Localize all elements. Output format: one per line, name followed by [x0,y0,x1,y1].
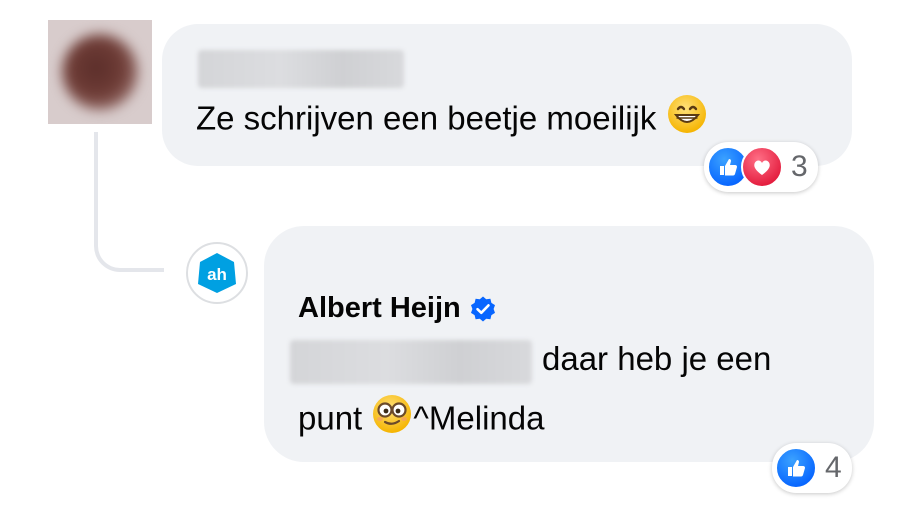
reply-text-before-emoji: punt [298,399,363,437]
reply-author-name[interactable]: Albert Heijn [298,292,461,325]
commenter-avatar[interactable] [48,20,152,124]
grinning-face-icon [666,93,708,143]
redacted-commenter-name [198,50,404,88]
comment-text-body: Ze schrijven een beetje moeilijk [196,99,657,137]
reply-text-line-1: daar heb je een [542,340,772,377]
comment-text: Ze schrijven een beetje moeilijk [196,93,708,146]
reply-bubble: Albert Heijn daar heb je een punt ^Melin… [264,226,874,462]
reply-reactions[interactable]: 4 [772,443,852,493]
albert-heijn-avatar[interactable]: ah [186,242,248,304]
albert-heijn-logo-icon: ah [198,253,236,293]
verified-badge-icon [470,296,495,321]
like-icon [775,447,817,489]
svg-text:ah: ah [207,265,227,284]
reaction-count: 4 [825,451,842,484]
reply-author-row: Albert Heijn [298,292,497,325]
blurred-avatar-image [62,34,138,110]
reply-mention-text[interactable]: ^Melinda [413,400,544,437]
comment-thread: Ze schrijven een beetje moeilijk 3 ah Al… [0,0,920,518]
reaction-count: 3 [791,150,808,183]
nerd-glasses-face-icon [371,393,413,443]
reply-thread-connector [94,132,164,272]
love-icon [741,146,783,188]
redacted-mention [290,340,532,384]
comment-reactions[interactable]: 3 [704,142,818,192]
reply-text-line-2: punt ^Melinda [298,393,544,446]
